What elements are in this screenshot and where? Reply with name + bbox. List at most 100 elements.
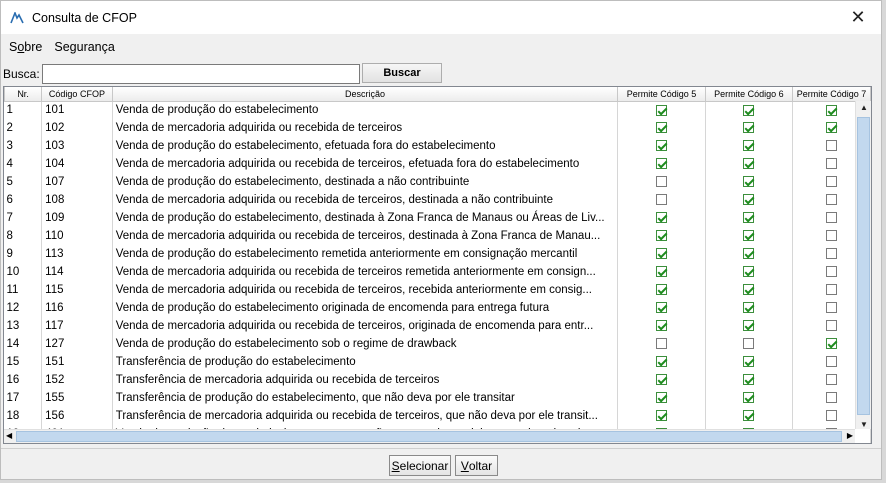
permite-c5-checkbox[interactable] <box>655 320 667 332</box>
table-row[interactable]: 17 155 Transferência de produção do estabe… <box>4 389 871 407</box>
permite-c6-checkbox[interactable] <box>743 374 755 386</box>
permite-c7-checkbox[interactable] <box>826 230 838 242</box>
header-nr[interactable]: Nr. <box>4 87 43 102</box>
permite-c7-checkbox[interactable] <box>826 266 838 278</box>
permite-c6-checkbox[interactable] <box>743 158 755 170</box>
permite-c7-checkbox[interactable] <box>826 392 838 404</box>
permite-c5-checkbox[interactable] <box>655 176 667 188</box>
permite-c7-checkbox[interactable] <box>826 284 838 296</box>
permite-c7-checkbox[interactable] <box>826 122 838 134</box>
cfop-description: Venda de mercadoria adquirida ou recebid… <box>112 119 619 137</box>
header-codigo-5[interactable]: Permite Código 5 <box>617 87 706 102</box>
table-row[interactable]: 6 108 Venda de mercadoria adquirida ou rec… <box>4 191 871 209</box>
permite-c6-checkbox[interactable] <box>743 122 755 134</box>
scroll-right-icon[interactable]: ▶ <box>847 431 853 440</box>
horizontal-scroll-thumb[interactable] <box>16 431 842 442</box>
app-logo-icon <box>10 11 24 25</box>
table-row[interactable]: 7 109 Venda de produção do estabelecimento… <box>4 209 871 227</box>
row-number: 2 <box>4 119 43 137</box>
row-number: 1 <box>4 101 43 119</box>
permite-c5-checkbox[interactable] <box>655 338 667 350</box>
cfop-table-body: Nr. Código CFOP Descrição Permite Código… <box>4 87 871 443</box>
permite-c7-checkbox[interactable] <box>826 194 838 206</box>
table-row[interactable]: 3 103 Venda de produção do estabelecimento… <box>4 137 871 155</box>
permite-c6-checkbox[interactable] <box>743 194 755 206</box>
permite-c6-checkbox[interactable] <box>743 338 755 350</box>
header-descricao[interactable]: Descrição <box>111 87 619 102</box>
permite-c7-checkbox[interactable] <box>826 140 838 152</box>
permite-c6-checkbox[interactable] <box>743 212 755 224</box>
permite-c7-checkbox[interactable] <box>826 212 838 224</box>
table-row[interactable]: 9 113 Venda de produção do estabelecimento… <box>4 245 871 263</box>
permite-c7-checkbox[interactable] <box>826 374 838 386</box>
header-codigo-7[interactable]: Permite Código 7 <box>792 87 871 102</box>
table-row[interactable]: 4 104 Venda de mercadoria adquirida ou rec… <box>4 155 871 173</box>
close-icon[interactable]: ✕ <box>835 1 881 34</box>
table-row[interactable]: 10 114 Venda de mercadoria adquirida ou re… <box>4 263 871 281</box>
permite-c7-checkbox[interactable] <box>826 176 838 188</box>
table-row[interactable]: 11 115 Venda de mercadoria adquirida ou re… <box>4 281 871 299</box>
permite-c5-checkbox[interactable] <box>655 374 667 386</box>
permite-c5-checkbox[interactable] <box>655 104 667 116</box>
permite-c6-checkbox[interactable] <box>743 302 755 314</box>
permite-c6-checkbox[interactable] <box>743 176 755 188</box>
table-row[interactable]: 13 117 Venda de mercadoria adquirida ou re… <box>4 317 871 335</box>
permite-c6-cell <box>705 101 794 119</box>
permite-c6-checkbox[interactable] <box>743 140 755 152</box>
table-row[interactable]: 1 101 Venda de produção do estabelecimento <box>4 101 871 119</box>
permite-c5-checkbox[interactable] <box>655 266 667 278</box>
permite-c7-checkbox[interactable] <box>826 410 838 422</box>
permite-c7-checkbox[interactable] <box>826 248 838 260</box>
permite-c6-checkbox[interactable] <box>743 410 755 422</box>
permite-c5-checkbox[interactable] <box>655 356 667 368</box>
permite-c5-checkbox[interactable] <box>655 410 667 422</box>
permite-c7-checkbox[interactable] <box>826 356 838 368</box>
menu-seguranca[interactable]: Segurança <box>54 40 114 54</box>
permite-c6-checkbox[interactable] <box>743 392 755 404</box>
table-row[interactable]: 15 151 Transferência de produção do estabe… <box>4 353 871 371</box>
permite-c5-checkbox[interactable] <box>655 248 667 260</box>
permite-c5-checkbox[interactable] <box>655 302 667 314</box>
permite-c5-checkbox[interactable] <box>655 158 667 170</box>
permite-c7-checkbox[interactable] <box>826 302 838 314</box>
search-button[interactable]: Buscar <box>362 63 442 83</box>
permite-c6-checkbox[interactable] <box>743 320 755 332</box>
table-row[interactable]: 12 116 Venda de produção do estabeleciment… <box>4 299 871 317</box>
permite-c7-checkbox[interactable] <box>826 158 838 170</box>
table-row[interactable]: 18 156 Transferência de mercadoria adquiri… <box>4 407 871 425</box>
header-codigo[interactable]: Código CFOP <box>41 87 113 102</box>
select-button[interactable]: Selecionar <box>389 455 451 476</box>
table-row[interactable]: 2 102 Venda de mercadoria adquirida ou rec… <box>4 119 871 137</box>
table-row[interactable]: 14 127 Venda de produção do estabeleciment… <box>4 335 871 353</box>
row-number: 4 <box>4 155 43 173</box>
horizontal-scrollbar[interactable]: ◀ ▶ <box>4 429 855 443</box>
scroll-left-icon[interactable]: ◀ <box>6 431 12 440</box>
permite-c5-checkbox[interactable] <box>655 230 667 242</box>
table-row[interactable]: 5 107 Venda de produção do estabelecimento… <box>4 173 871 191</box>
permite-c7-checkbox[interactable] <box>826 104 838 116</box>
scroll-down-icon[interactable]: ▼ <box>860 420 868 429</box>
header-codigo-6[interactable]: Permite Código 6 <box>704 87 794 102</box>
menu-sobre[interactable]: Sobre <box>9 40 42 54</box>
table-row[interactable]: 16 152 Transferência de mercadoria adquiri… <box>4 371 871 389</box>
permite-c6-checkbox[interactable] <box>743 230 755 242</box>
permite-c6-checkbox[interactable] <box>743 356 755 368</box>
permite-c5-checkbox[interactable] <box>655 194 667 206</box>
permite-c7-checkbox[interactable] <box>826 320 838 332</box>
scroll-up-icon[interactable]: ▲ <box>860 103 868 112</box>
permite-c5-checkbox[interactable] <box>655 140 667 152</box>
vertical-scrollbar[interactable]: ▲ ▼ <box>855 101 871 429</box>
table-row[interactable]: 8 110 Venda de mercadoria adquirida ou rec… <box>4 227 871 245</box>
permite-c6-checkbox[interactable] <box>743 104 755 116</box>
permite-c5-checkbox[interactable] <box>655 212 667 224</box>
permite-c5-checkbox[interactable] <box>655 392 667 404</box>
permite-c5-checkbox[interactable] <box>655 122 667 134</box>
permite-c6-checkbox[interactable] <box>743 284 755 296</box>
permite-c6-checkbox[interactable] <box>743 266 755 278</box>
permite-c5-checkbox[interactable] <box>655 284 667 296</box>
back-button[interactable]: Voltar <box>455 455 498 476</box>
vertical-scroll-thumb[interactable] <box>857 117 870 415</box>
permite-c7-checkbox[interactable] <box>826 338 838 350</box>
search-input[interactable] <box>41 64 360 84</box>
permite-c6-checkbox[interactable] <box>743 248 755 260</box>
